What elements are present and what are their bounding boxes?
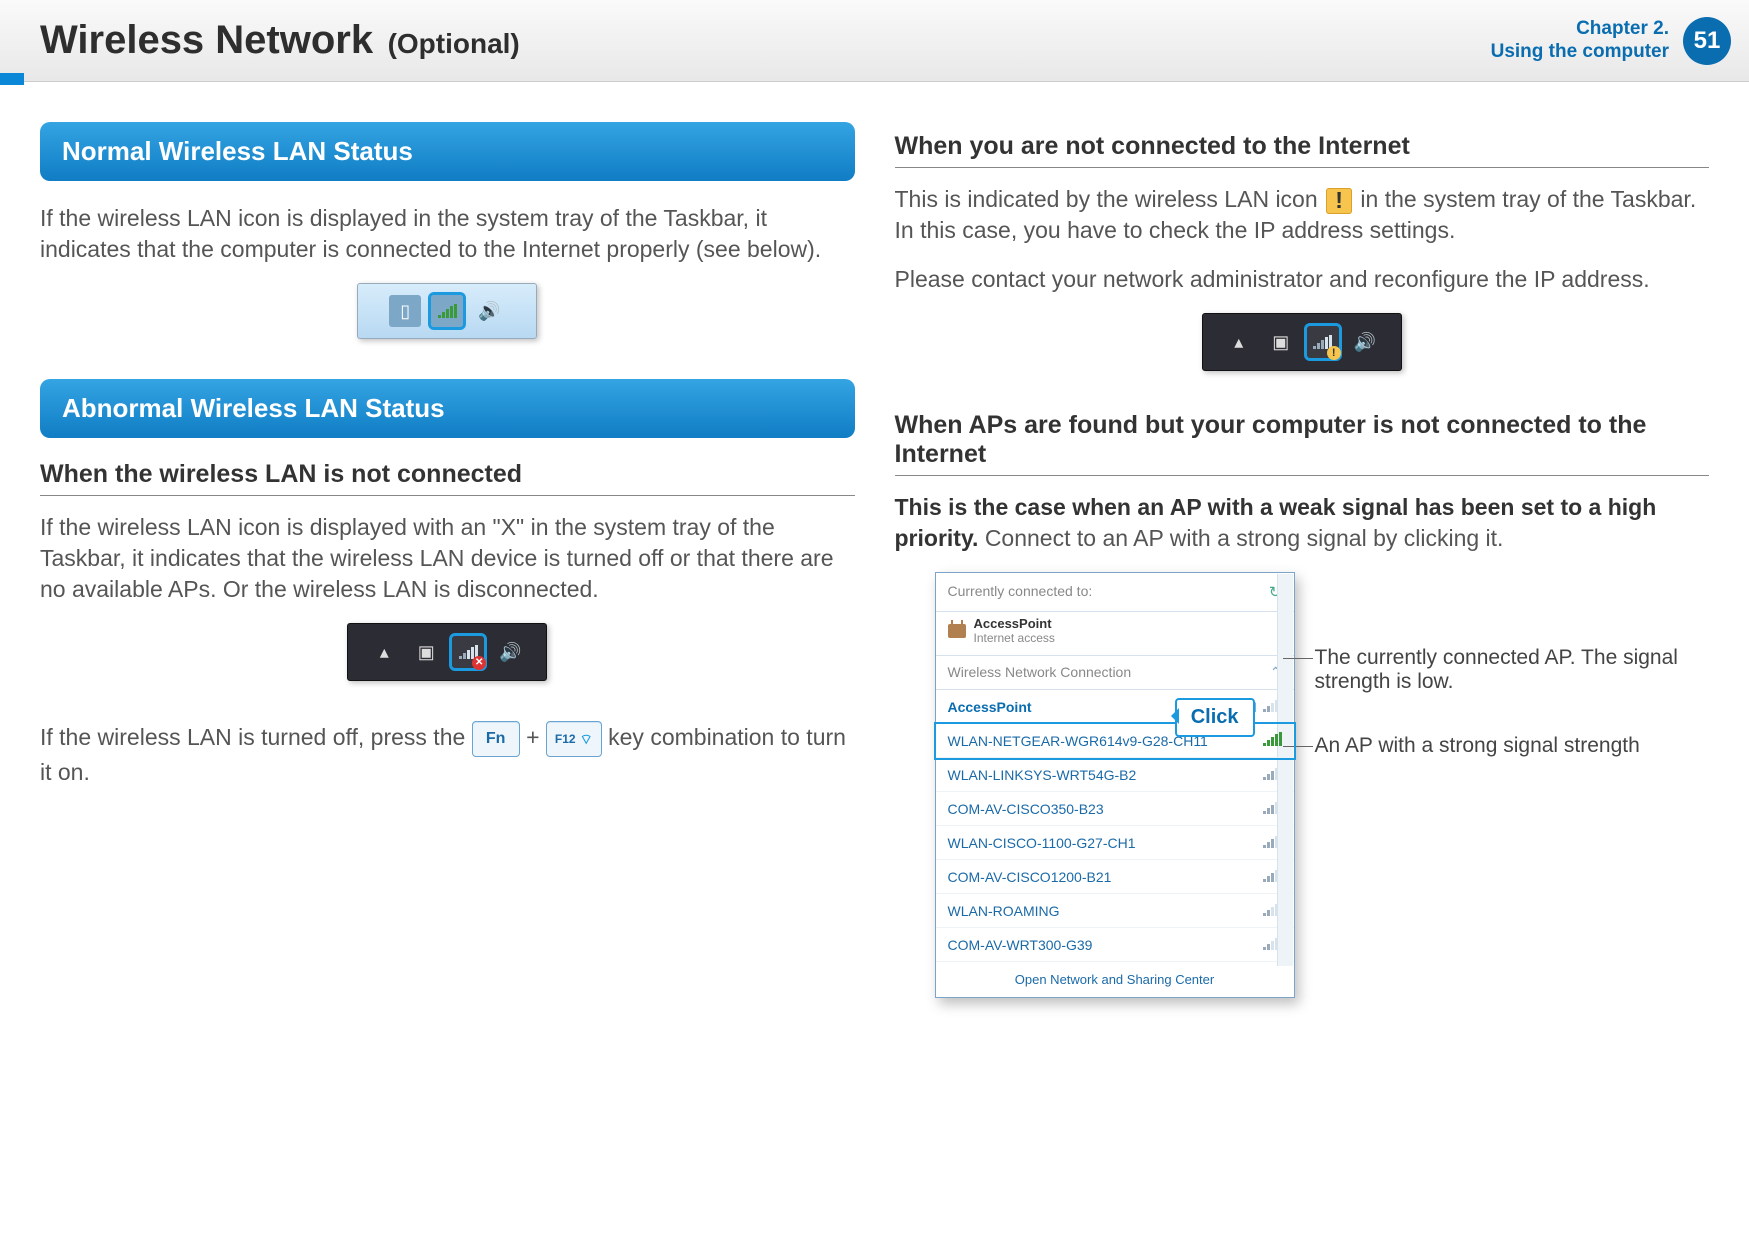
chapter-label: Chapter 2. Using the computer	[1491, 18, 1669, 64]
plus-text: +	[526, 724, 546, 750]
network-name: COM-AV-CISCO1200-B21	[948, 869, 1112, 885]
subhead-aps-found: When APs are found but your computer is …	[895, 411, 1710, 476]
figure-callouts: The currently connected AP. The signal s…	[1315, 572, 1710, 758]
network-name: WLAN-LINKSYS-WRT54G-B2	[948, 767, 1137, 783]
fn-key-instruction: If the wireless LAN is turned off, press…	[40, 721, 855, 788]
section-abnormal-status: Abnormal Wireless LAN Status	[40, 379, 855, 438]
scrollbar[interactable]	[1277, 574, 1293, 966]
section-normal-status: Normal Wireless LAN Status	[40, 122, 855, 181]
wifi-network-popup: Currently connected to: ↻ AccessPoint In…	[935, 572, 1295, 998]
signal-bars-icon	[1263, 732, 1282, 746]
action-center-icon: ▣	[410, 636, 442, 668]
wifi-signal-x-icon	[452, 636, 484, 668]
wifi-popup-wrapper: Currently connected to: ↻ AccessPoint In…	[935, 572, 1295, 998]
warning-triangle-icon: !	[1326, 188, 1352, 214]
aps-found-body: This is the case when an AP with a weak …	[895, 492, 1710, 554]
callout1-text: The currently connected AP. The signal s…	[1315, 646, 1678, 693]
network-right	[1263, 732, 1282, 749]
fn-text-pre: If the wireless LAN is turned off, press…	[40, 724, 472, 750]
f12-label: F12	[555, 731, 576, 747]
page-header: Wireless Network (Optional) Chapter 2. U…	[0, 0, 1749, 82]
left-column: Normal Wireless LAN Status If the wirele…	[40, 122, 855, 998]
no-internet-text-a: This is indicated by the wireless LAN ic…	[895, 186, 1325, 212]
network-name: WLAN-CISCO-1100-G27-CH1	[948, 835, 1136, 851]
no-internet-body1: This is indicated by the wireless LAN ic…	[895, 184, 1710, 246]
access-point-icon	[948, 624, 966, 638]
popup-header-text: Currently connected to:	[948, 583, 1093, 601]
wifi-figure-row: Currently connected to: ↻ AccessPoint In…	[895, 572, 1710, 998]
click-callout-bubble: Click	[1175, 698, 1255, 737]
wifi-glyph-icon: ⌔	[580, 730, 593, 749]
volume-icon: 🔊	[494, 636, 526, 668]
wifi-network-row[interactable]: COM-AV-CISCO350-B23	[936, 792, 1294, 826]
page-title: Wireless Network	[40, 18, 373, 62]
wifi-signal-icon	[431, 295, 463, 327]
current-ap-name: AccessPoint	[974, 616, 1055, 631]
network-name: AccessPoint	[948, 699, 1032, 715]
system-tray-warning: ▴ ▣ 🔊	[1202, 313, 1402, 371]
subhead-no-internet: When you are not connected to the Intern…	[895, 132, 1710, 168]
wifi-signal-warning-icon	[1307, 326, 1339, 358]
f12-key: F12⌔	[546, 721, 602, 757]
not-connected-body: If the wireless LAN icon is displayed wi…	[40, 512, 855, 605]
open-network-center-link[interactable]: Open Network and Sharing Center	[936, 962, 1294, 997]
battery-icon: ▯	[389, 295, 421, 327]
popup-section-label: Wireless Network Connection ⌃	[936, 656, 1294, 690]
wifi-network-row[interactable]: COM-AV-CISCO1200-B21	[936, 860, 1294, 894]
no-internet-body2: Please contact your network administrato…	[895, 264, 1710, 295]
action-center-icon: ▣	[1265, 326, 1297, 358]
current-ap-block: AccessPoint Internet access	[936, 612, 1294, 656]
network-name: COM-AV-WRT300-G39	[948, 937, 1093, 953]
wifi-network-row[interactable]: COM-AV-WRT300-G39	[936, 928, 1294, 962]
volume-icon: 🔊	[473, 295, 505, 327]
callout-line	[1283, 658, 1313, 659]
chevron-up-icon: ▴	[368, 636, 400, 668]
header-right: Chapter 2. Using the computer 51	[1491, 17, 1731, 65]
chapter-line1: Chapter 2.	[1491, 18, 1669, 41]
page-number-badge: 51	[1683, 17, 1731, 65]
wifi-network-row[interactable]: WLAN-ROAMING	[936, 894, 1294, 928]
title-group: Wireless Network (Optional)	[40, 18, 520, 63]
callout-low-signal: The currently connected AP. The signal s…	[1315, 646, 1710, 694]
network-name: WLAN-ROAMING	[948, 903, 1060, 919]
normal-status-body: If the wireless LAN icon is displayed in…	[40, 203, 855, 265]
popup-header: Currently connected to: ↻	[936, 573, 1294, 612]
subhead-not-connected: When the wireless LAN is not connected	[40, 460, 855, 496]
system-tray-connected: ▯ 🔊	[357, 283, 537, 339]
fn-key: Fn	[472, 721, 520, 757]
wifi-network-row[interactable]: WLAN-CISCO-1100-G27-CH1	[936, 826, 1294, 860]
volume-icon: 🔊	[1349, 326, 1381, 358]
system-tray-disconnected: ▴ ▣ 🔊	[347, 623, 547, 681]
chapter-line2: Using the computer	[1491, 41, 1669, 64]
right-column: When you are not connected to the Intern…	[895, 122, 1710, 998]
aps-found-rest: Connect to an AP with a strong signal by…	[985, 525, 1504, 551]
wifi-network-row[interactable]: WLAN-LINKSYS-WRT54G-B2	[936, 758, 1294, 792]
chevron-up-icon: ▴	[1223, 326, 1255, 358]
current-ap-access: Internet access	[974, 631, 1055, 645]
network-name: COM-AV-CISCO350-B23	[948, 801, 1104, 817]
page-title-optional: (Optional)	[388, 28, 520, 59]
callout2-text: An AP with a strong signal strength	[1315, 734, 1640, 757]
section-label-text: Wireless Network Connection	[948, 664, 1132, 681]
network-name: WLAN-NETGEAR-WGR614v9-G28-CH11	[948, 733, 1208, 749]
callout-strong-signal: An AP with a strong signal strength	[1315, 734, 1710, 758]
